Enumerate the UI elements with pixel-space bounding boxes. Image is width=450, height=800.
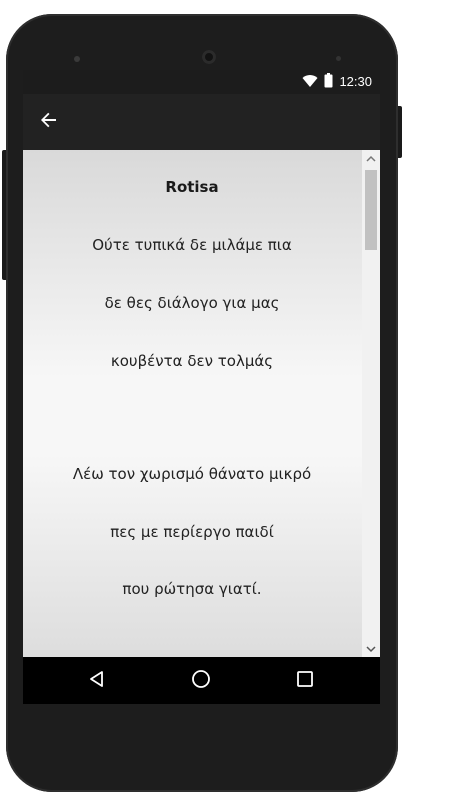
battery-icon [324, 72, 333, 92]
status-time: 12:30 [339, 74, 372, 89]
speaker-dot [74, 56, 80, 62]
lyric-line: κουβέντα δεν τολμάς [110, 352, 274, 370]
sensor-dot [336, 56, 341, 61]
lyric-line: Λέω τον χωρισμό θάνατο μικρό [72, 465, 312, 483]
nav-back-button[interactable] [81, 665, 113, 697]
scroll-up-arrow-icon[interactable] [362, 150, 380, 166]
device-frame-stage: 12:30 Rotisa Ούτε τυπικά δε μιλάμε πια δ… [0, 0, 450, 800]
recents-square-icon [296, 670, 314, 692]
phone-screen: 12:30 Rotisa Ούτε τυπικά δε μιλάμε πια δ… [23, 70, 380, 704]
lyric-line: Ούτε τυπικά δε μιλάμε πια [92, 236, 292, 254]
back-triangle-icon [88, 670, 106, 692]
status-icons: 12:30 [302, 72, 372, 92]
front-camera [202, 50, 216, 64]
scroll-down-arrow-icon[interactable] [362, 641, 380, 657]
lyrics-content[interactable]: Rotisa Ούτε τυπικά δε μιλάμε πια δε θες … [23, 150, 380, 657]
scrollbar[interactable] [362, 150, 380, 657]
arrow-left-icon [40, 111, 58, 133]
scroll-thumb[interactable] [365, 170, 377, 250]
navigation-bar [23, 657, 380, 704]
app-bar [23, 94, 380, 150]
song-title: Rotisa [165, 178, 219, 196]
back-button[interactable] [33, 106, 65, 138]
lyric-line: που ρώτησα γιατί. [122, 580, 262, 598]
status-bar: 12:30 [23, 70, 380, 94]
lyric-line: δε θες διάλογο για μας [104, 294, 280, 312]
lyric-line: πες με περίεργο παιδί [110, 523, 274, 541]
home-circle-icon [191, 669, 211, 693]
wifi-icon [302, 73, 318, 92]
nav-recents-button[interactable] [289, 665, 321, 697]
nav-home-button[interactable] [185, 665, 217, 697]
